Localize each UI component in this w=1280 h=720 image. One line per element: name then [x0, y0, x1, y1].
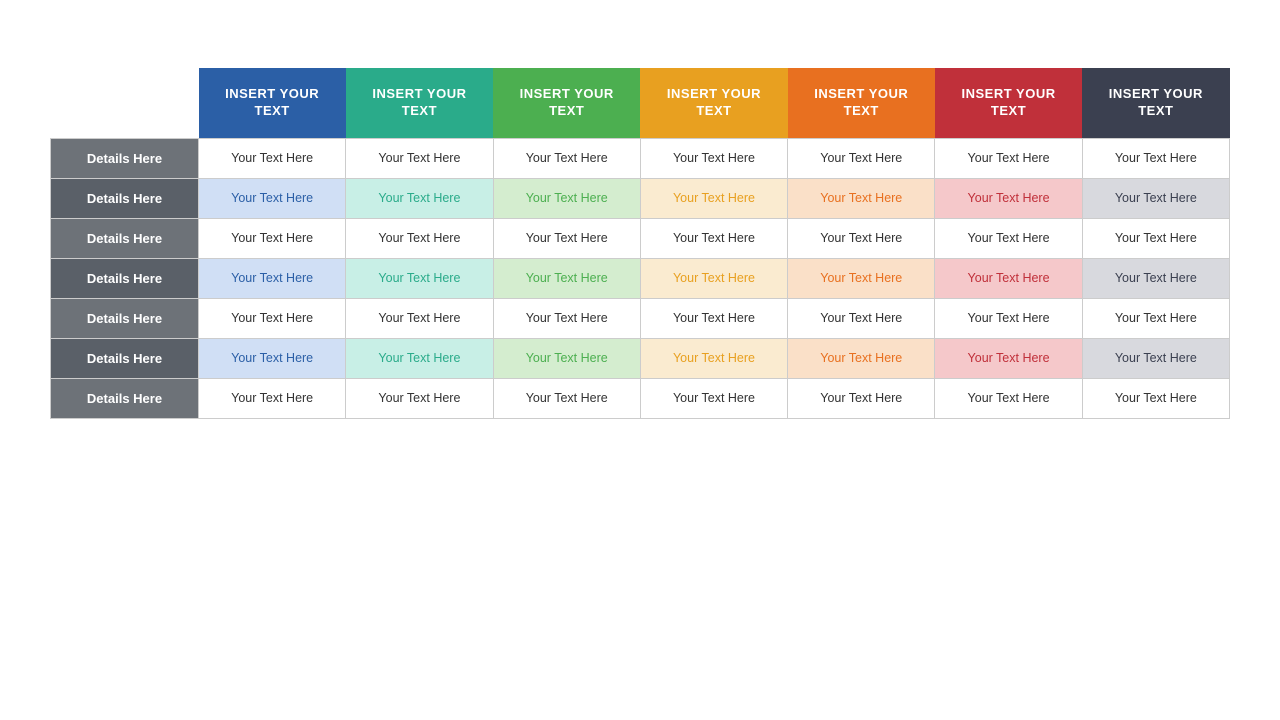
cell-r0-c0: Your Text Here	[199, 138, 346, 178]
cell-r1-c2: Your Text Here	[493, 178, 640, 218]
table-row: Details HereYour Text HereYour Text Here…	[51, 138, 1230, 178]
cell-r4-c5: Your Text Here	[935, 298, 1082, 338]
header-empty	[51, 68, 199, 138]
cell-r5-c1: Your Text Here	[346, 338, 493, 378]
cell-r5-c2: Your Text Here	[493, 338, 640, 378]
cell-r2-c2: Your Text Here	[493, 218, 640, 258]
cell-r5-c4: Your Text Here	[788, 338, 935, 378]
cell-r6-c5: Your Text Here	[935, 378, 1082, 418]
table-body: Details HereYour Text HereYour Text Here…	[51, 138, 1230, 418]
cell-r2-c5: Your Text Here	[935, 218, 1082, 258]
cell-r1-c3: Your Text Here	[640, 178, 787, 218]
table-row: Details HereYour Text HereYour Text Here…	[51, 338, 1230, 378]
comparison-table: INSERT YOUR TEXTINSERT YOUR TEXTINSERT Y…	[50, 68, 1230, 419]
header-cell-col-blue: INSERT YOUR TEXT	[199, 68, 346, 138]
cell-r6-c0: Your Text Here	[199, 378, 346, 418]
cell-r4-c3: Your Text Here	[640, 298, 787, 338]
table-row: Details HereYour Text HereYour Text Here…	[51, 178, 1230, 218]
cell-r2-c4: Your Text Here	[788, 218, 935, 258]
row-label-0: Details Here	[51, 138, 199, 178]
cell-r0-c1: Your Text Here	[346, 138, 493, 178]
header-cell-col-yellow: INSERT YOUR TEXT	[640, 68, 787, 138]
cell-r4-c6: Your Text Here	[1082, 298, 1229, 338]
header-cell-col-dark: INSERT YOUR TEXT	[1082, 68, 1229, 138]
header-cell-col-orange: INSERT YOUR TEXT	[788, 68, 935, 138]
table-row: Details HereYour Text HereYour Text Here…	[51, 378, 1230, 418]
cell-r5-c3: Your Text Here	[640, 338, 787, 378]
cell-r6-c2: Your Text Here	[493, 378, 640, 418]
table-row: Details HereYour Text HereYour Text Here…	[51, 218, 1230, 258]
cell-r6-c1: Your Text Here	[346, 378, 493, 418]
header-cell-col-red: INSERT YOUR TEXT	[935, 68, 1082, 138]
cell-r2-c1: Your Text Here	[346, 218, 493, 258]
cell-r3-c0: Your Text Here	[199, 258, 346, 298]
cell-r2-c6: Your Text Here	[1082, 218, 1229, 258]
table-row: Details HereYour Text HereYour Text Here…	[51, 298, 1230, 338]
cell-r0-c6: Your Text Here	[1082, 138, 1229, 178]
cell-r4-c4: Your Text Here	[788, 298, 935, 338]
cell-r0-c4: Your Text Here	[788, 138, 935, 178]
cell-r2-c3: Your Text Here	[640, 218, 787, 258]
cell-r0-c5: Your Text Here	[935, 138, 1082, 178]
cell-r6-c4: Your Text Here	[788, 378, 935, 418]
table-header: INSERT YOUR TEXTINSERT YOUR TEXTINSERT Y…	[51, 68, 1230, 138]
row-label-5: Details Here	[51, 338, 199, 378]
cell-r5-c0: Your Text Here	[199, 338, 346, 378]
cell-r1-c6: Your Text Here	[1082, 178, 1229, 218]
cell-r6-c6: Your Text Here	[1082, 378, 1229, 418]
cell-r3-c6: Your Text Here	[1082, 258, 1229, 298]
cell-r5-c5: Your Text Here	[935, 338, 1082, 378]
cell-r3-c2: Your Text Here	[493, 258, 640, 298]
row-label-6: Details Here	[51, 378, 199, 418]
cell-r4-c0: Your Text Here	[199, 298, 346, 338]
cell-r4-c2: Your Text Here	[493, 298, 640, 338]
table-wrapper: INSERT YOUR TEXTINSERT YOUR TEXTINSERT Y…	[50, 68, 1230, 690]
cell-r3-c4: Your Text Here	[788, 258, 935, 298]
page: INSERT YOUR TEXTINSERT YOUR TEXTINSERT Y…	[0, 0, 1280, 720]
cell-r3-c3: Your Text Here	[640, 258, 787, 298]
cell-r3-c1: Your Text Here	[346, 258, 493, 298]
cell-r1-c4: Your Text Here	[788, 178, 935, 218]
cell-r0-c3: Your Text Here	[640, 138, 787, 178]
cell-r1-c1: Your Text Here	[346, 178, 493, 218]
cell-r6-c3: Your Text Here	[640, 378, 787, 418]
cell-r5-c6: Your Text Here	[1082, 338, 1229, 378]
cell-r1-c0: Your Text Here	[199, 178, 346, 218]
header-cell-col-teal: INSERT YOUR TEXT	[346, 68, 493, 138]
header-cell-col-green: INSERT YOUR TEXT	[493, 68, 640, 138]
row-label-1: Details Here	[51, 178, 199, 218]
cell-r0-c2: Your Text Here	[493, 138, 640, 178]
row-label-2: Details Here	[51, 218, 199, 258]
cell-r4-c1: Your Text Here	[346, 298, 493, 338]
cell-r3-c5: Your Text Here	[935, 258, 1082, 298]
cell-r2-c0: Your Text Here	[199, 218, 346, 258]
row-label-3: Details Here	[51, 258, 199, 298]
row-label-4: Details Here	[51, 298, 199, 338]
cell-r1-c5: Your Text Here	[935, 178, 1082, 218]
table-row: Details HereYour Text HereYour Text Here…	[51, 258, 1230, 298]
